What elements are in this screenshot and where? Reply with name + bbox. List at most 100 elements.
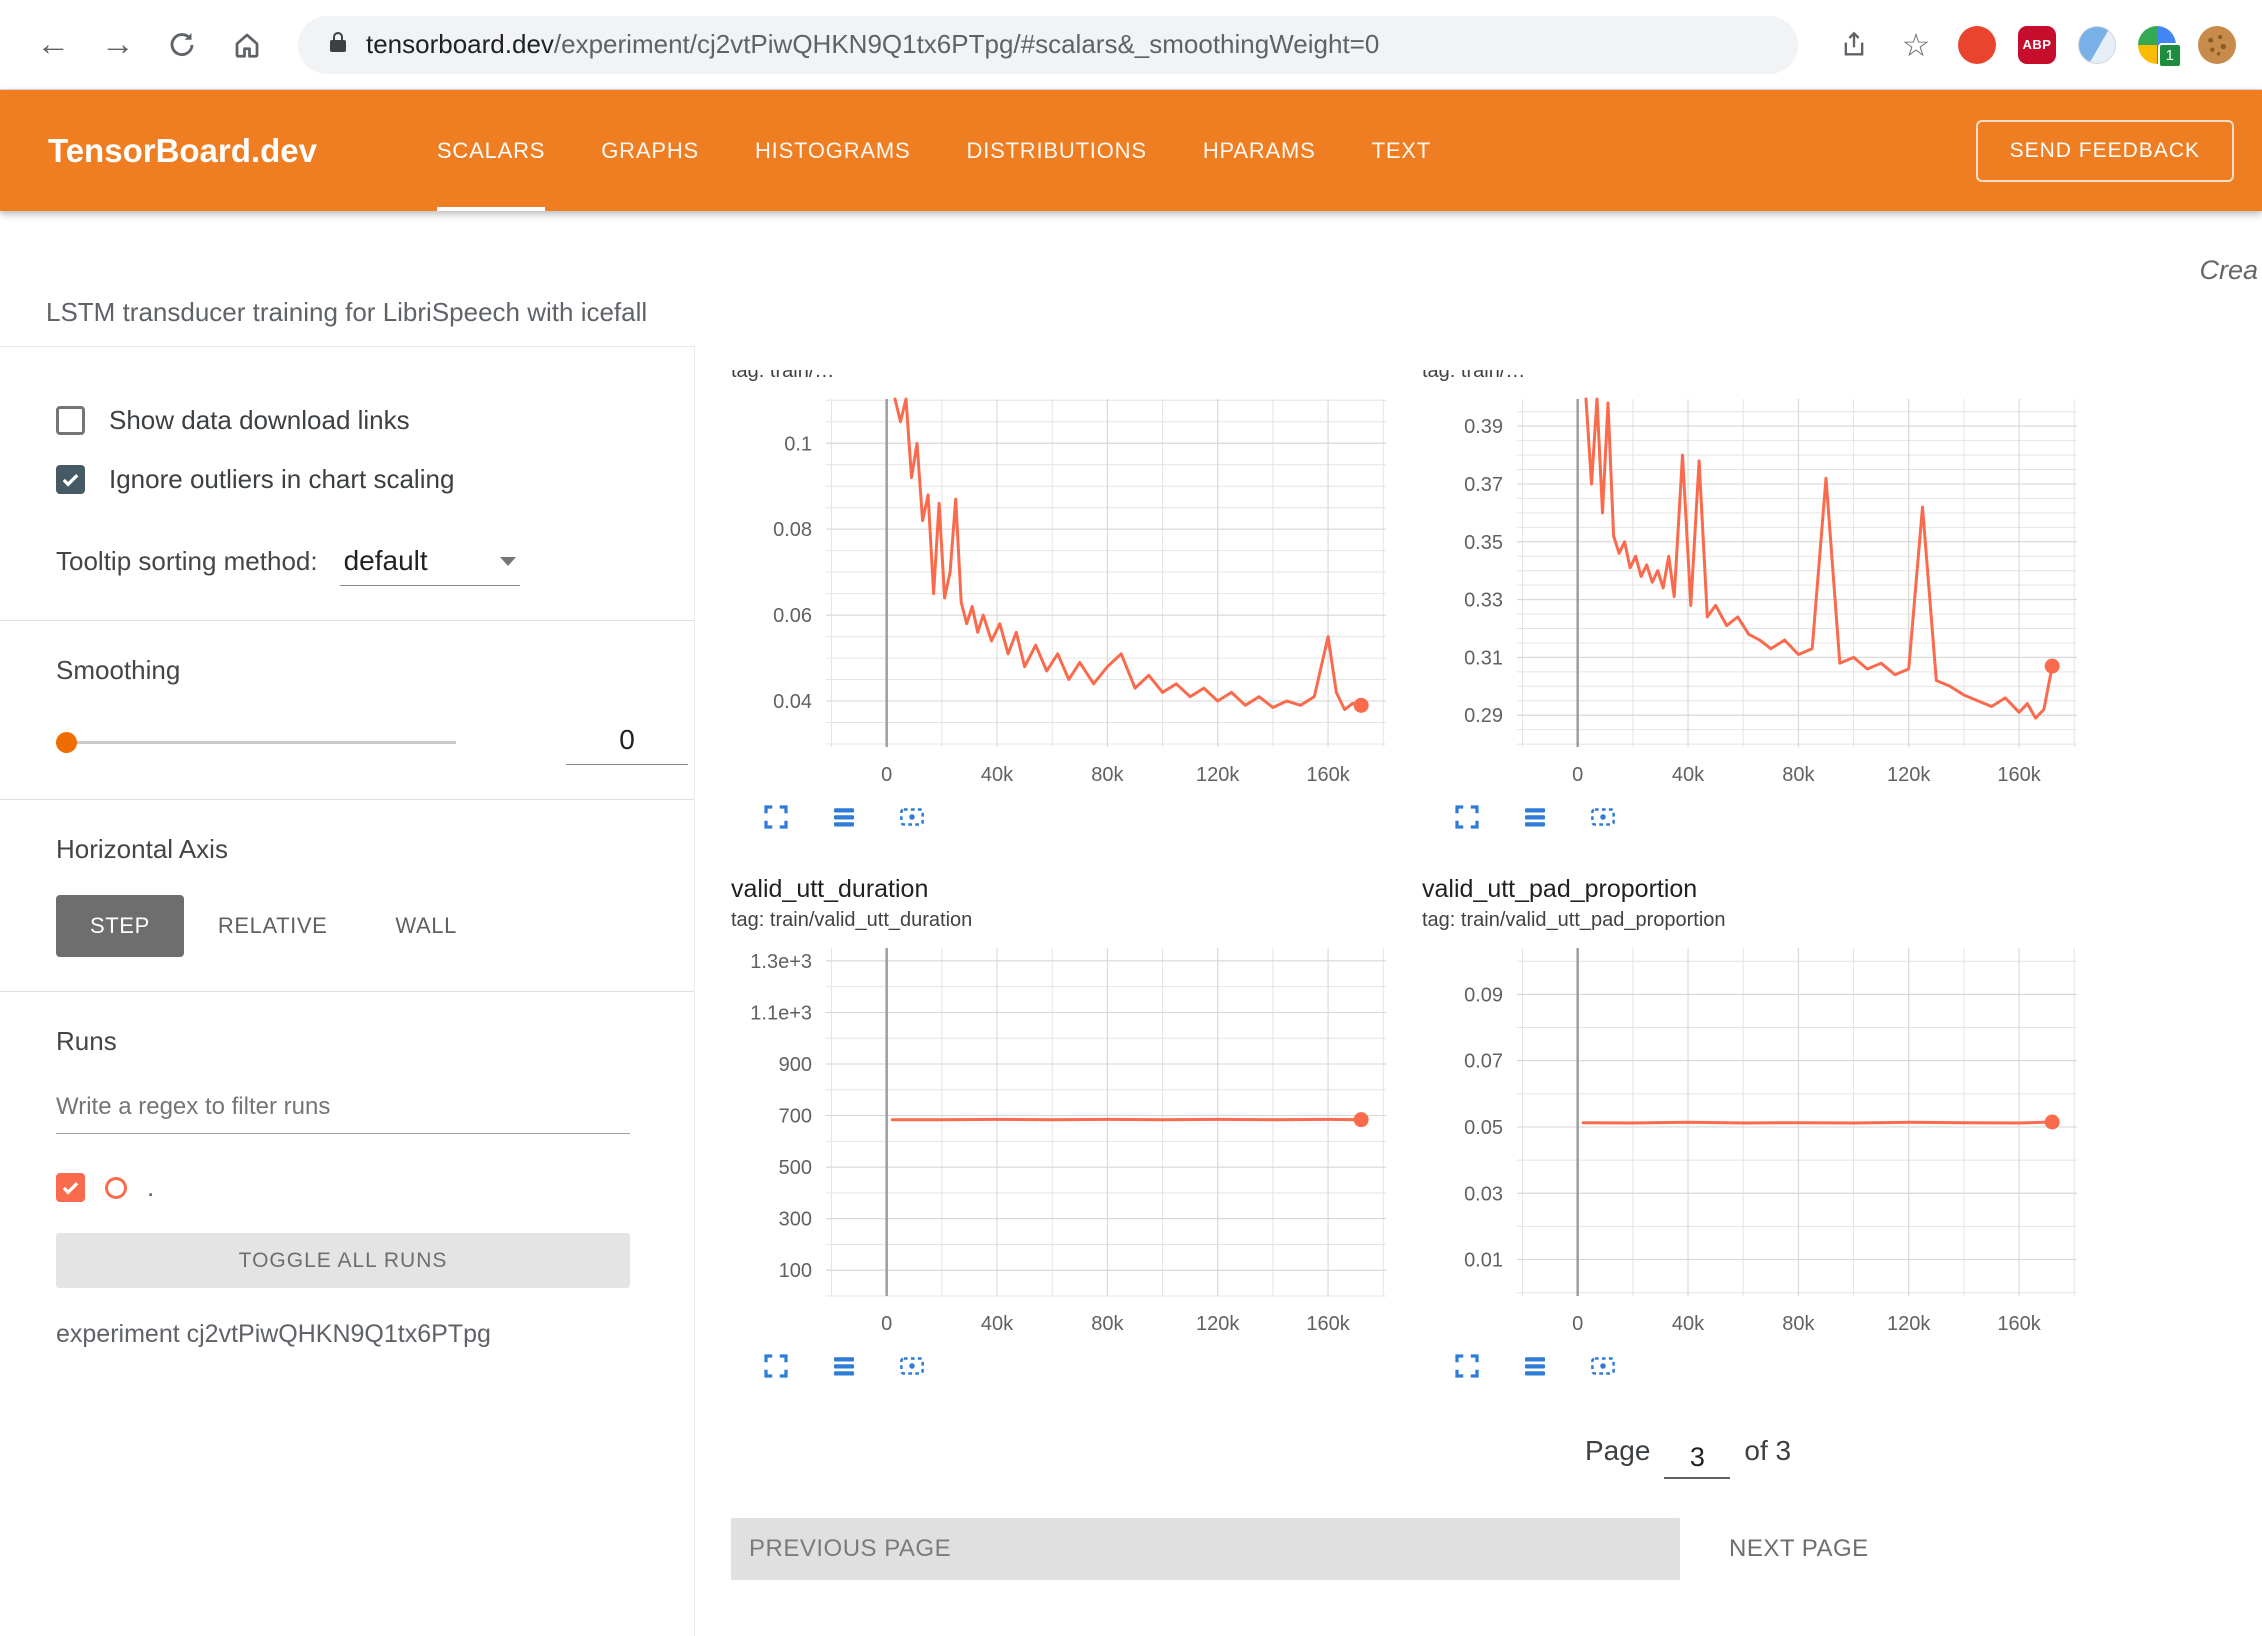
chart-card: tag: train/… 040k80k120k160k0.040.060.08… xyxy=(731,370,1394,834)
smoothing-slider[interactable] xyxy=(56,731,456,755)
charts-grid: tag: train/… 0 40k 80k 120k 160k 0.04 0.06 0.08… xyxy=(731,346,2262,1383)
bookmark-star-icon[interactable]: ☆ xyxy=(1896,25,1936,65)
show-download-row: Show data download links xyxy=(56,405,634,436)
runs-filter-input[interactable] xyxy=(56,1083,630,1134)
runs-selector-icon[interactable] xyxy=(1518,800,1552,834)
smoothing-value-input[interactable] xyxy=(566,720,688,765)
ignore-outliers-label: Ignore outliers in chart scaling xyxy=(109,464,454,495)
tab-histograms[interactable]: HISTOGRAMS xyxy=(755,90,911,211)
adblock-extension-icon[interactable] xyxy=(1958,26,1996,64)
tab-graphs[interactable]: GRAPHS xyxy=(601,90,699,211)
tab-text[interactable]: TEXT xyxy=(1372,90,1431,211)
tooltip-sorting-value: default xyxy=(344,545,428,577)
fit-domain-icon[interactable] xyxy=(895,1349,929,1383)
runs-label: Runs xyxy=(56,1026,634,1057)
tab-distributions[interactable]: DISTRIBUTIONS xyxy=(967,90,1147,211)
run-checkbox[interactable] xyxy=(56,1173,85,1202)
runs-selector-icon[interactable] xyxy=(827,800,861,834)
chrome-actions: ☆ ABP 1 xyxy=(1834,25,2236,65)
ignore-outliers-checkbox[interactable] xyxy=(56,465,85,494)
svg-text:0: 0 xyxy=(1572,1313,1583,1335)
fit-domain-icon[interactable] xyxy=(895,800,929,834)
runs-selector-icon[interactable] xyxy=(1518,1349,1552,1383)
slider-track xyxy=(56,741,456,744)
toggle-all-runs-button[interactable]: TOGGLE ALL RUNS xyxy=(56,1233,630,1288)
svg-text:0.08: 0.08 xyxy=(773,519,812,541)
page-of-label: of 3 xyxy=(1744,1435,1791,1467)
expand-chart-icon[interactable] xyxy=(759,1349,793,1383)
tab-hparams[interactable]: HPARAMS xyxy=(1203,90,1316,211)
expand-chart-icon[interactable] xyxy=(1450,1349,1484,1383)
fit-domain-icon[interactable] xyxy=(1586,800,1620,834)
tooltip-sorting-select[interactable]: default xyxy=(340,543,520,586)
scalar-chart: 040k80k120k160k0.040.060.080.1 xyxy=(731,391,1394,796)
svg-text:160k: 160k xyxy=(1997,764,2041,786)
next-page-button[interactable]: NEXT PAGE xyxy=(1715,1517,1883,1581)
svg-text:0.06: 0.06 xyxy=(773,605,812,627)
share-icon[interactable] xyxy=(1834,25,1874,65)
divider xyxy=(0,991,694,992)
svg-text:1.1e+3: 1.1e+3 xyxy=(750,1002,812,1024)
charts-panel: tag: train/… 0 40k 80k 120k 160k 0.04 0.06 0.08… xyxy=(695,346,2262,1636)
axis-wall-button[interactable]: WALL xyxy=(361,895,491,957)
scalar-chart: 040k80k120k160k0.290.310.330.350.370.39 xyxy=(1422,391,2085,796)
svg-text:0.03: 0.03 xyxy=(1464,1183,1503,1205)
previous-page-button[interactable]: PREVIOUS PAGE xyxy=(731,1518,1680,1580)
address-bar[interactable]: tensorboard.dev/experiment/cj2vtPiwQHKN9… xyxy=(298,16,1798,74)
chart-card: tag: train/… 040k80k120k160k0.290.310.33… xyxy=(1422,370,2085,834)
svg-text:0.29: 0.29 xyxy=(1464,705,1503,727)
svg-text:80k: 80k xyxy=(1782,1313,1815,1335)
svg-text:0.31: 0.31 xyxy=(1464,647,1503,669)
svg-text:120k: 120k xyxy=(1887,1313,1931,1335)
chart-toolbar xyxy=(1450,800,2085,834)
abp-extension-icon[interactable]: ABP xyxy=(2018,26,2056,64)
run-row: . xyxy=(56,1172,634,1203)
back-icon[interactable]: ← xyxy=(26,17,81,73)
forward-icon[interactable]: → xyxy=(91,17,146,73)
chart-card: valid_utt_pad_proportion tag: train/vali… xyxy=(1422,872,2085,1383)
svg-text:40k: 40k xyxy=(1672,1313,1705,1335)
svg-text:0: 0 xyxy=(1572,764,1583,786)
lock-icon xyxy=(326,30,350,59)
runs-selector-icon[interactable] xyxy=(827,1349,861,1383)
tab-scalars[interactable]: SCALARS xyxy=(437,90,545,211)
chart-toolbar xyxy=(1450,1349,2085,1383)
svg-text:40k: 40k xyxy=(981,1313,1014,1335)
svg-text:160k: 160k xyxy=(1306,1313,1350,1335)
send-feedback-button[interactable]: SEND FEEDBACK xyxy=(1976,120,2234,182)
axis-relative-button[interactable]: RELATIVE xyxy=(184,895,362,957)
svg-text:0.35: 0.35 xyxy=(1464,532,1503,554)
cookie-icon[interactable] xyxy=(2198,26,2236,64)
svg-text:0.33: 0.33 xyxy=(1464,590,1503,612)
reload-icon[interactable] xyxy=(155,17,210,73)
ignore-outliers-row: Ignore outliers in chart scaling xyxy=(56,464,634,495)
axis-step-button[interactable]: STEP xyxy=(56,895,184,957)
profile-avatar[interactable]: 1 xyxy=(2138,26,2176,64)
svg-text:500: 500 xyxy=(779,1157,812,1179)
svg-text:0.05: 0.05 xyxy=(1464,1117,1503,1139)
chart-tag: tag: train/valid_utt_pad_proportion xyxy=(1422,906,2085,934)
expand-chart-icon[interactable] xyxy=(759,800,793,834)
expand-chart-icon[interactable] xyxy=(1450,800,1484,834)
tooltip-sorting-row: Tooltip sorting method: default xyxy=(56,543,634,586)
chevron-down-icon xyxy=(500,557,516,566)
home-icon[interactable] xyxy=(220,17,275,73)
page-label: Page xyxy=(1585,1435,1650,1467)
svg-text:0.09: 0.09 xyxy=(1464,984,1503,1006)
svg-text:80k: 80k xyxy=(1782,764,1815,786)
chart-toolbar xyxy=(759,1349,1394,1383)
settings-sidebar: Show data download links Ignore outliers… xyxy=(0,346,695,1636)
page-number-input[interactable] xyxy=(1664,1442,1730,1479)
top-nav: SCALARS GRAPHS HISTOGRAMS DISTRIBUTIONS … xyxy=(437,90,1431,211)
url-path: /experiment/cj2vtPiwQHKN9Q1tx6PTpg/#scal… xyxy=(554,29,1379,59)
svg-text:0.04: 0.04 xyxy=(773,691,812,713)
show-download-checkbox[interactable] xyxy=(56,406,85,435)
scalar-chart: 040k80k120k160k0.010.030.050.070.09 xyxy=(1422,940,2085,1345)
fit-domain-icon[interactable] xyxy=(1586,1349,1620,1383)
slider-thumb[interactable] xyxy=(56,732,77,753)
svg-text:300: 300 xyxy=(779,1209,812,1231)
chart-tag-clipped: tag: train/… xyxy=(1422,370,2085,385)
svg-text:700: 700 xyxy=(779,1106,812,1128)
pie-extension-icon[interactable] xyxy=(2078,26,2116,64)
svg-text:0.07: 0.07 xyxy=(1464,1051,1503,1073)
